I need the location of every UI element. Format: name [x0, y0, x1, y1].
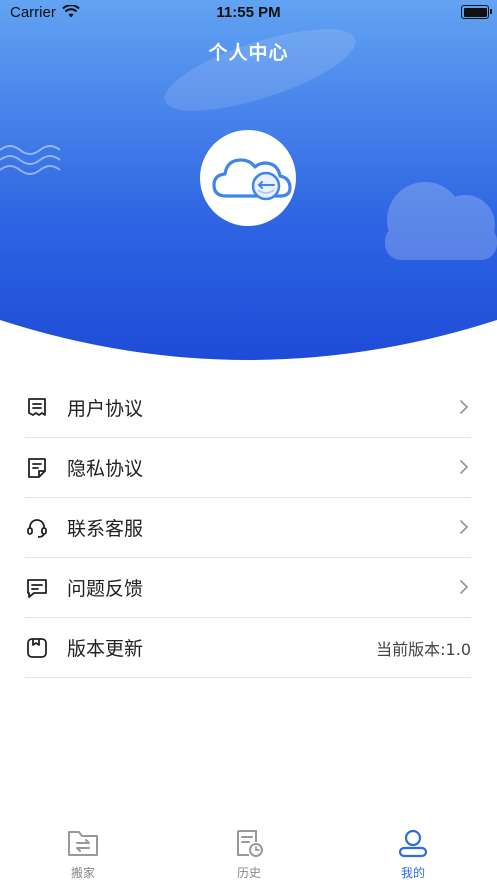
history-document-icon	[237, 830, 263, 857]
clock: 11:55 PM	[216, 4, 281, 21]
feedback-message-icon	[25, 576, 49, 600]
menu-item-label: 联系客服	[67, 518, 144, 540]
menu-item-label: 隐私协议	[67, 458, 144, 480]
menu-item-feedback[interactable]: 问题反馈	[25, 558, 471, 618]
chevron-right-icon	[459, 399, 469, 419]
menu-item-label: 问题反馈	[67, 578, 144, 600]
menu-item-label: 版本更新	[67, 638, 144, 660]
tab-label: 历史	[236, 866, 261, 880]
user-icon	[398, 829, 428, 858]
status-bar: Carrier 11:55 PM	[0, 0, 497, 26]
current-version-value: 当前版本:1.0	[376, 640, 471, 659]
tab-label: 搬家	[70, 866, 95, 880]
tab-label: 我的	[400, 866, 425, 880]
chevron-right-icon	[459, 459, 469, 479]
menu-item-version-update[interactable]: 版本更新 当前版本:1.0	[25, 618, 471, 678]
headset-icon	[25, 516, 49, 540]
settings-menu: 用户协议 隐私协议 联系客服 问题反馈 版本更新 当前版本:1.0	[25, 378, 471, 678]
battery-icon	[461, 5, 492, 19]
folder-transfer-icon	[68, 831, 98, 856]
menu-item-privacy-agreement[interactable]: 隐私协议	[25, 438, 471, 498]
document-icon	[25, 396, 49, 420]
tab-history[interactable]: 历史	[199, 828, 299, 881]
chevron-right-icon	[459, 519, 469, 539]
menu-item-label: 用户协议	[67, 398, 144, 420]
chevron-right-icon	[459, 579, 469, 599]
tab-bar: 搬家 历史 我的	[0, 820, 497, 883]
privacy-document-icon	[25, 456, 49, 480]
app-logo	[200, 130, 296, 226]
version-icon	[25, 636, 49, 660]
cloud-logo-icon	[212, 158, 292, 201]
page-title: 个人中心	[208, 42, 289, 64]
tab-mine[interactable]: 我的	[363, 828, 463, 881]
menu-item-contact-support[interactable]: 联系客服	[25, 498, 471, 558]
tab-move[interactable]: 搬家	[33, 828, 133, 881]
menu-item-user-agreement[interactable]: 用户协议	[25, 378, 471, 438]
